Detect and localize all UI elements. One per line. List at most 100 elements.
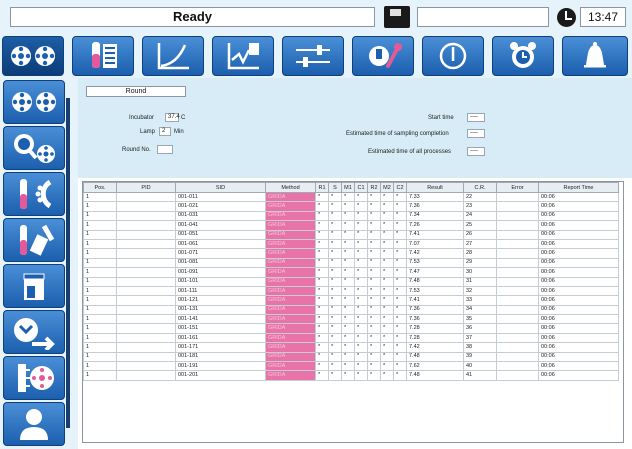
sidebar-user-button[interactable] <box>3 402 65 446</box>
sidebar-sample-rack-button[interactable] <box>3 172 65 216</box>
table-row[interactable]: 1 001-031 GRIDA * * * * * * * 7.34 24 00:06 <box>83 210 619 222</box>
table-cell: 1 <box>83 267 117 278</box>
table-row[interactable]: 1 001-131 GRIDA * * * * * * * 7.36 34 00:06 <box>83 304 619 316</box>
table-cell <box>496 361 539 372</box>
column-header[interactable]: S <box>328 182 342 193</box>
table-row[interactable]: 1 001-061 GRIDA * * * * * * * 7.07 27 00:06 <box>83 238 619 250</box>
table-cell <box>116 323 176 334</box>
toolbar-alarm-button[interactable] <box>492 36 554 76</box>
table-cell: 00:06 <box>538 267 619 278</box>
table-cell: * <box>367 276 381 287</box>
table-row[interactable]: 1 001-191 GRIDA * * * * * * * 7.62 40 00:06 <box>83 361 619 372</box>
incubator-label: Incubator <box>129 115 155 121</box>
column-header[interactable]: Result <box>406 182 464 193</box>
table-row[interactable]: 1 001-201 GRIDA * * * * * * * 7.48 41 00:06 <box>83 370 619 381</box>
column-header[interactable]: R1 <box>315 182 329 193</box>
table-cell: 00:06 <box>538 238 619 250</box>
column-header[interactable]: M2 <box>380 182 394 193</box>
status-message-field <box>417 7 549 27</box>
incubator-unit: C <box>181 115 186 121</box>
column-header[interactable]: R2 <box>367 182 381 193</box>
table-cell: * <box>315 361 329 372</box>
table-cell: 00:06 <box>538 210 619 222</box>
sidebar-scrollbar[interactable] <box>66 98 70 428</box>
table-row[interactable]: 1 001-161 GRIDA * * * * * * * 7.28 37 00:06 <box>83 332 619 344</box>
floppy-disk-icon[interactable] <box>384 6 410 28</box>
table-cell: * <box>328 295 342 306</box>
table-row[interactable]: 1 001-151 GRIDA * * * * * * * 7.28 36 00:06 <box>83 323 619 334</box>
table-cell: 7.42 <box>406 248 464 259</box>
table-row[interactable]: 1 001-101 GRIDA * * * * * * * 7.48 31 00:06 <box>83 276 619 287</box>
table-row[interactable]: 1 001-011 GRIDA * * * * * * * 7.33 22 00:06 <box>83 191 619 203</box>
table-cell <box>496 285 539 297</box>
table-cell: * <box>393 229 407 240</box>
main-toolbar <box>0 34 632 78</box>
column-header[interactable]: SID <box>175 182 266 193</box>
table-cell: GRIDA <box>265 304 316 316</box>
table-cell: 28 <box>463 248 497 259</box>
table-cell: 001-081 <box>175 257 266 269</box>
table-cell: * <box>341 210 355 222</box>
table-cell: * <box>367 210 381 222</box>
table-row[interactable]: 1 001-171 GRIDA * * * * * * * 7.42 38 00:06 <box>83 342 619 353</box>
sidebar-run-button[interactable] <box>3 310 65 354</box>
table-cell: * <box>341 201 355 212</box>
sidebar-search-button[interactable] <box>3 126 65 170</box>
table-cell <box>116 304 176 316</box>
toolbar-test-list-button[interactable] <box>72 36 134 76</box>
table-cell: 41 <box>463 370 497 381</box>
toolbar-settings-button[interactable] <box>282 36 344 76</box>
table-cell: GRIDA <box>265 210 316 222</box>
table-row[interactable]: 1 001-051 GRIDA * * * * * * * 7.41 26 00:06 <box>83 229 619 240</box>
column-header[interactable]: C1 <box>354 182 368 193</box>
table-row[interactable]: 1 001-121 GRIDA * * * * * * * 7.41 33 00:06 <box>83 295 619 306</box>
table-cell: 7.42 <box>406 342 464 353</box>
toolbar-notifications-button[interactable] <box>562 36 628 76</box>
toolbar-qc-button[interactable] <box>212 36 274 76</box>
table-cell: * <box>328 267 342 278</box>
table-cell: * <box>315 323 329 334</box>
table-cell: * <box>315 229 329 240</box>
table-cell <box>116 201 176 212</box>
column-header[interactable]: PID <box>116 182 176 193</box>
table-cell: * <box>393 285 407 297</box>
table-row[interactable]: 1 001-071 GRIDA * * * * * * * 7.42 28 00:06 <box>83 248 619 259</box>
column-header[interactable]: Report Time <box>538 182 619 193</box>
table-cell: * <box>328 285 342 297</box>
table-cell: 1 <box>83 210 117 222</box>
column-header[interactable]: Pos. <box>83 182 117 193</box>
round-field[interactable]: Round <box>86 86 186 97</box>
table-cell: * <box>393 351 407 363</box>
table-row[interactable]: 1 001-091 GRIDA * * * * * * * 7.47 30 00:06 <box>83 267 619 278</box>
toolbar-power-button[interactable] <box>422 36 484 76</box>
column-header[interactable]: M1 <box>341 182 355 193</box>
column-header[interactable]: Method <box>265 182 316 193</box>
table-cell: * <box>341 295 355 306</box>
column-header[interactable]: C.R. <box>463 182 497 193</box>
table-row[interactable]: 1 001-081 GRIDA * * * * * * * 7.53 29 00:06 <box>83 257 619 269</box>
sidebar-reagent-button[interactable] <box>3 80 65 124</box>
sidebar-cuvette-button[interactable] <box>3 264 65 308</box>
toolbar-maintenance-button[interactable] <box>352 36 414 76</box>
table-row[interactable]: 1 001-141 GRIDA * * * * * * * 7.36 35 00:06 <box>83 314 619 325</box>
table-cell <box>496 304 539 316</box>
table-cell <box>116 314 176 325</box>
table-row[interactable]: 1 001-181 GRIDA * * * * * * * 7.48 39 00:06 <box>83 351 619 363</box>
table-cell: 23 <box>463 201 497 212</box>
sidebar-sample-tube-button[interactable] <box>3 218 65 262</box>
sidebar-wash-button[interactable] <box>3 356 65 400</box>
search-sample-icon <box>14 134 55 163</box>
table-row[interactable]: 1 001-111 GRIDA * * * * * * * 7.53 32 00:06 <box>83 285 619 297</box>
table-cell: 29 <box>463 257 497 269</box>
table-cell: GRIDA <box>265 191 316 203</box>
table-row[interactable]: 1 001-041 GRIDA * * * * * * * 7.26 25 00:06 <box>83 220 619 231</box>
toolbar-calibration-button[interactable] <box>142 36 204 76</box>
table-cell: * <box>341 220 355 231</box>
table-cell <box>116 267 176 278</box>
table-row[interactable]: 1 001-021 GRIDA * * * * * * * 7.36 23 00:06 <box>83 201 619 212</box>
table-cell: GRIDA <box>265 351 316 363</box>
column-header[interactable]: Error <box>496 182 539 193</box>
toolbar-reagent-disc-button[interactable] <box>2 36 64 76</box>
column-header[interactable]: C2 <box>393 182 407 193</box>
table-cell <box>496 323 539 334</box>
